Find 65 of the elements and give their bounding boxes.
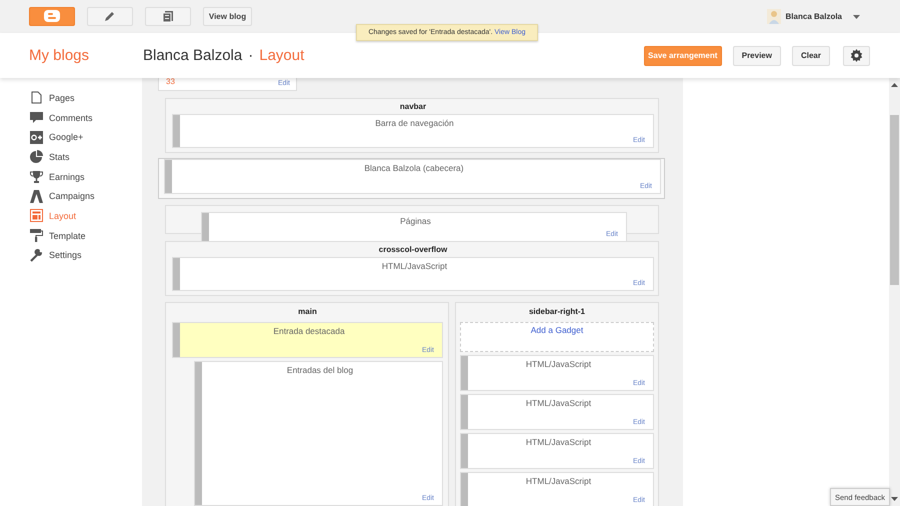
drag-handle[interactable] (461, 434, 468, 468)
drag-handle[interactable] (195, 362, 202, 505)
logo (43, 9, 61, 23)
paint-roller-icon (30, 229, 43, 242)
gadget-title: HTML/JavaScript (524, 359, 592, 371)
sidebar-item[interactable]: Layout (0, 206, 142, 226)
my-blogs-link[interactable]: My blogs (29, 47, 143, 64)
trophy-icon (30, 170, 43, 184)
pencil-icon (104, 10, 116, 22)
drag-handle[interactable] (173, 115, 180, 147)
page-title: Layout (259, 47, 304, 64)
avatar-icon (766, 9, 781, 24)
sidebar-item[interactable]: Pages (0, 88, 142, 108)
drag-handle[interactable] (461, 473, 468, 506)
sidebar-item[interactable]: Stats (0, 147, 142, 167)
blog-title: Blanca Balzola (143, 47, 242, 64)
page-icon (30, 91, 43, 104)
new-post-button[interactable] (87, 6, 133, 26)
posts-list-button[interactable] (145, 6, 191, 26)
gadget-title: HTML/JavaScript (524, 476, 592, 488)
sidebar-item[interactable]: Comments (0, 108, 142, 128)
plus-square-icon (30, 130, 43, 144)
drag-handle[interactable] (173, 258, 180, 290)
widget-count: 33 (166, 78, 175, 86)
documents-icon (162, 10, 174, 22)
tent-icon (30, 190, 43, 203)
gear-icon (850, 49, 863, 62)
drag-handle[interactable] (461, 395, 468, 429)
section-title: navbar (398, 101, 428, 113)
scrollbar-thumb[interactable] (890, 115, 899, 285)
title-separator: · (248, 47, 254, 64)
drag-handle[interactable] (202, 213, 209, 241)
gadget-title: HTML/JavaScript (380, 261, 448, 273)
toolbar-button[interactable]: Clear (792, 46, 830, 66)
layout-grid-icon (30, 209, 43, 222)
drag-handle[interactable] (461, 356, 468, 390)
gadget-title: Entradas del blog (286, 365, 354, 377)
view-blog-button[interactable]: View blog (203, 6, 252, 26)
section-title: crosscol-overflow (378, 244, 448, 256)
drag-handle[interactable] (173, 323, 180, 357)
settings-button[interactable] (843, 46, 870, 66)
gadget-title: Entrada destacada (272, 326, 346, 338)
drag-handle[interactable] (165, 160, 172, 193)
gadget-title: Páginas (399, 216, 432, 228)
blogger-logo-button[interactable] (29, 6, 75, 26)
toolbar-button[interactable]: Preview (732, 46, 781, 66)
speech-bubble-icon (30, 111, 43, 124)
scroll-up-arrow-icon[interactable] (891, 83, 898, 87)
sidebar-item[interactable]: Campaigns (0, 186, 142, 206)
section-title: main (297, 306, 318, 318)
scroll-down-arrow-icon[interactable] (891, 497, 898, 501)
pie-chart-icon (30, 150, 43, 164)
user-name[interactable]: Blanca Balzola (786, 12, 842, 21)
sidebar-item[interactable]: Settings (0, 246, 142, 266)
caret-icon[interactable] (853, 14, 860, 18)
section-title: sidebar-right-1 (528, 306, 586, 318)
sidebar-item[interactable]: Template (0, 226, 142, 246)
sidebar-item[interactable]: Google+ (0, 127, 142, 148)
gadget-title: Blanca Balzola (cabecera) (363, 163, 465, 175)
wrench-icon (30, 248, 43, 262)
gadget-title: HTML/JavaScript (524, 398, 592, 410)
gadget-title: HTML/JavaScript (524, 437, 592, 449)
gadget-title: Barra de navegación (374, 118, 455, 130)
sidebar-item[interactable]: Earnings (0, 166, 142, 186)
add-gadget-link[interactable]: Add a Gadget (460, 322, 654, 352)
